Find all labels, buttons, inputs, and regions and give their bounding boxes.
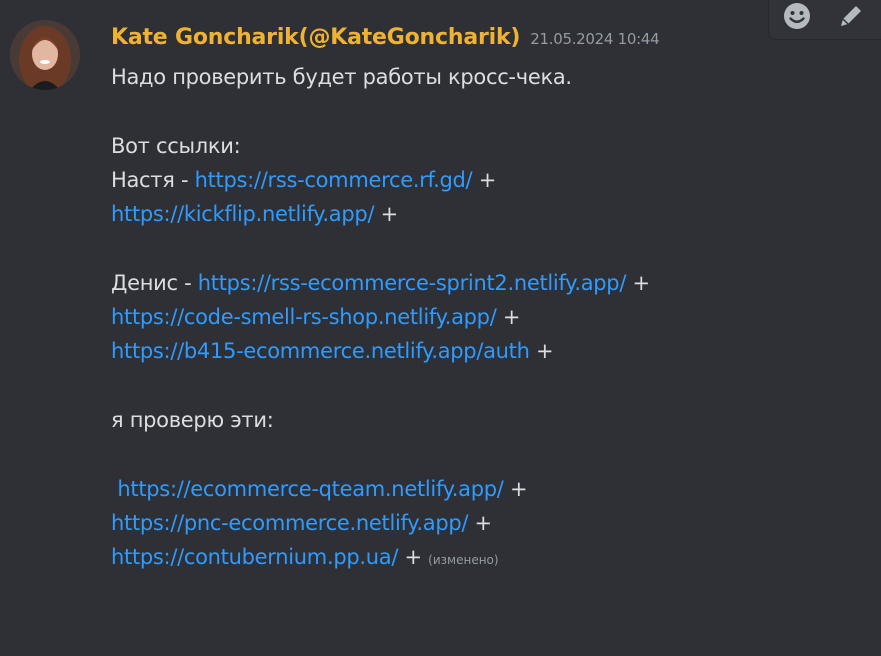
link[interactable]: https://code-smell-rs-shop.netlify.app/	[111, 305, 497, 329]
link[interactable]: https://rss-commerce.rf.gd/	[195, 168, 473, 192]
avatar[interactable]	[10, 20, 80, 90]
text: +	[626, 270, 650, 295]
emoji-icon	[784, 3, 810, 29]
text: Настя -	[111, 167, 195, 192]
text: +	[496, 305, 521, 330]
text-line: Денис - https://rss-ecommerce-sprint2.ne…	[111, 266, 871, 300]
message-toolbar	[768, 0, 881, 40]
text-line: https://contubernium.pp.ua/ + (изменено)	[111, 540, 871, 574]
text-line: Вот ссылки:	[111, 129, 871, 163]
text-line: Надо проверить будет работы кросс-чека.	[111, 60, 871, 94]
text-line: Настя - https://rss-commerce.rf.gd/ +	[111, 163, 871, 197]
text: +	[503, 476, 528, 501]
message-timestamp[interactable]: 21.05.2024 10:44	[530, 30, 659, 48]
pencil-icon	[841, 6, 861, 26]
text-line: https://kickflip.netlify.app/ +	[111, 197, 871, 231]
link[interactable]: https://kickflip.netlify.app/	[111, 202, 375, 226]
text-line: https://pnc-ecommerce.netlify.app/ +	[111, 506, 871, 540]
message-header: Kate Goncharik(@KateGoncharik) 21.05.2024…	[111, 22, 660, 55]
text-line: я проверю эти:	[111, 403, 871, 437]
text-line: https://code-smell-rs-shop.netlify.app/ …	[111, 300, 871, 334]
message-body: Надо проверить будет работы кросс-чека. …	[111, 60, 871, 574]
link[interactable]: https://pnc-ecommerce.netlify.app/	[111, 511, 468, 535]
text: Денис -	[111, 270, 198, 295]
link[interactable]: https://ecommerce-qteam.netlify.app/	[117, 477, 504, 501]
text: Вот ссылки:	[111, 133, 241, 158]
link[interactable]: https://rss-ecommerce-sprint2.netlify.ap…	[198, 271, 627, 295]
text: +	[529, 339, 554, 364]
text: Надо проверить будет работы кросс-чека.	[111, 65, 572, 89]
chat-message: Kate Goncharik(@KateGoncharik) 21.05.2024…	[0, 0, 881, 656]
edited-label: (изменено)	[428, 553, 499, 568]
text: +	[374, 202, 399, 227]
text: +	[468, 510, 493, 535]
link[interactable]: https://b415-ecommerce.netlify.app/auth	[111, 339, 530, 363]
edit-button[interactable]	[833, 0, 869, 34]
text-line: https://b415-ecommerce.netlify.app/auth …	[111, 334, 871, 368]
add-reaction-button[interactable]	[779, 0, 815, 34]
text: +	[398, 545, 429, 570]
text: +	[472, 167, 497, 192]
text-line: https://ecommerce-qteam.netlify.app/ +	[111, 472, 871, 506]
link[interactable]: https://contubernium.pp.ua/	[111, 545, 398, 569]
author-name[interactable]: Kate Goncharik(@KateGoncharik)	[111, 25, 520, 50]
text: я проверю эти:	[111, 407, 274, 432]
